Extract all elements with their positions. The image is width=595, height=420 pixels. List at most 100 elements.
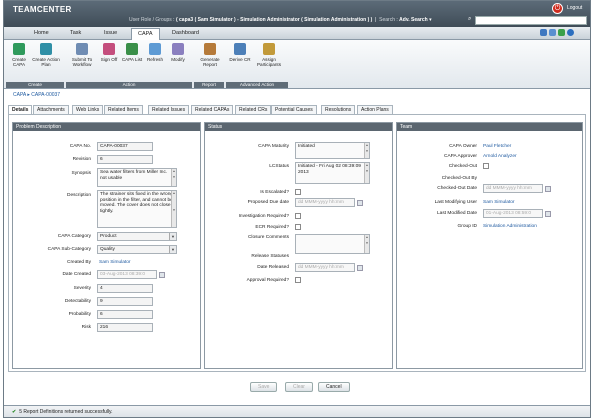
capa-category-select[interactable]: Product ▼ <box>97 232 177 241</box>
modify-button[interactable]: Modify <box>167 43 189 62</box>
lcstatus-scrollbar[interactable]: ▲ ▼ <box>364 163 369 183</box>
investigation-required-checkbox[interactable] <box>295 213 301 219</box>
revision-field[interactable]: 6 <box>97 155 153 164</box>
tab-action-plans[interactable]: Action Plans <box>357 105 393 114</box>
created-by-link[interactable]: Sam Simulator <box>99 260 130 265</box>
ecr-required-checkbox[interactable] <box>295 224 301 230</box>
search-icon[interactable]: ⌕ <box>468 16 471 23</box>
create-capa-button[interactable]: Create CAPA <box>8 43 30 68</box>
last-modifying-user-label: Last Modifying User <box>434 200 477 205</box>
success-check-icon: ✔ <box>12 409 17 415</box>
last-modified-date-field: 01-Aug-2013 08:59:0 <box>483 209 543 218</box>
closure-comments-field[interactable]: ▲ ▼ <box>295 234 370 254</box>
logout-label[interactable]: Logout <box>567 5 582 11</box>
synopsis-label: Synopsis <box>71 171 91 176</box>
chevron-down-icon[interactable]: ▼ <box>169 233 176 240</box>
calendar-icon[interactable] <box>545 186 551 192</box>
save-button[interactable]: Save <box>250 382 278 392</box>
closure-scrollbar[interactable]: ▲ ▼ <box>364 235 369 253</box>
risk-field[interactable]: 216 <box>97 323 153 332</box>
closure-comments-label: Closure Comments <box>247 235 289 240</box>
breadcrumb[interactable]: CAPA ▸ CAPA-00037 <box>13 92 60 98</box>
group-id-link[interactable]: Simulation Administration <box>483 224 537 229</box>
capa-subcategory-select[interactable]: Quality ▼ <box>97 245 177 254</box>
create-action-plan-button[interactable]: Create Action Plan <box>32 43 60 68</box>
clear-button[interactable]: Clear <box>285 382 313 392</box>
chevron-down-icon[interactable]: ▼ <box>169 246 176 253</box>
sign-off-icon <box>103 43 115 55</box>
details-content: Problem Description CAPA No. CAPA-00037 … <box>8 114 586 372</box>
probability-field[interactable]: 6 <box>97 310 153 319</box>
help-icon[interactable] <box>567 29 574 36</box>
tab-attachments[interactable]: Attachments <box>33 105 69 114</box>
investigation-required-label: Investigation Required? <box>238 214 289 219</box>
submit-to-workflow-button[interactable]: Submit To Workflow <box>67 43 97 68</box>
capa-maturity-list[interactable]: Initiated ▲ ▼ <box>295 142 370 159</box>
detectability-field[interactable]: 9 <box>97 297 153 306</box>
tab-home[interactable]: Home <box>34 30 49 36</box>
release-statuses-label: Release Statuses <box>251 254 289 259</box>
proposed-due-field[interactable]: dd MMM-yyyy hh:mm <box>295 198 355 207</box>
tab-issue[interactable]: Issue <box>104 30 117 36</box>
status-bar: ✔ 5 Report Definitions returned successfu… <box>4 405 590 417</box>
tab-potential-causes[interactable]: Potential Causes <box>271 105 317 114</box>
revision-label: Revision <box>72 157 91 162</box>
derive-cr-button[interactable]: Derive CR <box>229 43 251 62</box>
search-label: Search <box>379 17 395 23</box>
refresh-icon[interactable] <box>558 29 565 36</box>
modify-icon <box>172 43 184 55</box>
logout-icon[interactable]: ⏻ <box>552 3 563 14</box>
tab-task[interactable]: Task <box>70 30 81 36</box>
print-icon[interactable] <box>549 29 556 36</box>
calendar-icon[interactable] <box>545 211 551 217</box>
calendar-icon[interactable] <box>357 265 363 271</box>
date-released-field[interactable]: dd MMM-yyyy hh:mm <box>295 263 355 272</box>
capa-owner-link[interactable]: Paul Fletcher <box>483 144 511 149</box>
checked-out-label: Checked-Out <box>448 164 477 169</box>
calendar-icon[interactable] <box>357 200 363 206</box>
app-logo: TEAMCENTER <box>13 5 72 14</box>
synopsis-scrollbar[interactable]: ▲ ▼ <box>171 169 176 186</box>
severity-field[interactable]: 4 <box>97 284 153 293</box>
capa-list-button[interactable]: CAPA List <box>121 43 143 62</box>
tab-related-issues[interactable]: Related Issues <box>148 105 190 114</box>
app-window: TEAMCENTER User Role / Groups : ( capa3 … <box>3 0 591 418</box>
status-message: 5 Report Definitions returned successful… <box>19 409 113 415</box>
maturity-scrollbar[interactable]: ▲ ▼ <box>364 143 369 158</box>
cancel-button[interactable]: Cancel <box>318 382 350 392</box>
last-modifying-user-link[interactable]: Sam Simulator <box>483 200 514 205</box>
tab-related-capas[interactable]: Related CAPAs <box>191 105 234 114</box>
date-created-field: 03-Aug-2013 08:39:0 <box>97 270 157 279</box>
sign-off-button[interactable]: Sign Off <box>98 43 120 62</box>
search-type-dropdown[interactable]: Adv. Search <box>399 17 428 23</box>
tab-details[interactable]: Details <box>8 105 33 114</box>
tab-resolutions[interactable]: Resolutions <box>321 105 356 114</box>
calendar-icon[interactable] <box>159 272 165 278</box>
approval-required-label: Approval Required? <box>246 278 289 283</box>
home-icon[interactable] <box>540 29 547 36</box>
user-role-bar: User Role / Groups : ( capa3 ( Sam Simul… <box>129 17 432 23</box>
search-input[interactable] <box>475 16 587 25</box>
capa-approver-link[interactable]: Arnold Analyzer <box>483 154 517 159</box>
date-released-label: Date Released <box>257 265 289 270</box>
approval-required-checkbox[interactable] <box>295 277 301 283</box>
checked-out-checkbox <box>483 163 489 169</box>
capa-approver-label: CAPA Approver <box>444 154 477 159</box>
report-icon <box>204 43 216 55</box>
refresh-button[interactable]: Refresh <box>144 43 166 62</box>
generate-report-button[interactable]: Generate Report <box>197 43 223 68</box>
severity-label: Severity <box>73 286 91 291</box>
synopsis-field[interactable]: Sea water filters from Miller Inc. not u… <box>97 168 177 187</box>
assign-participants-button[interactable]: Assign Participants <box>254 43 284 68</box>
user-role-value[interactable]: ( capa3 ( Sam Simulator ) - Simulation A… <box>176 17 372 23</box>
capa-no-field[interactable]: CAPA-00037 <box>97 142 153 151</box>
action-plan-icon <box>40 43 52 55</box>
is-escalated-checkbox[interactable] <box>295 189 301 195</box>
tab-related-crs[interactable]: Related CRs <box>235 105 272 114</box>
tab-web-links[interactable]: Web Links <box>72 105 104 114</box>
tab-capa[interactable]: CAPA <box>131 28 160 40</box>
tab-dashboard[interactable]: Dashboard <box>172 30 199 36</box>
tab-related-items[interactable]: Related Items <box>104 105 143 114</box>
description-scrollbar[interactable]: ▲ ▼ <box>171 191 176 227</box>
description-field[interactable]: The strainer sits fixed in the wrong pos… <box>97 190 177 228</box>
